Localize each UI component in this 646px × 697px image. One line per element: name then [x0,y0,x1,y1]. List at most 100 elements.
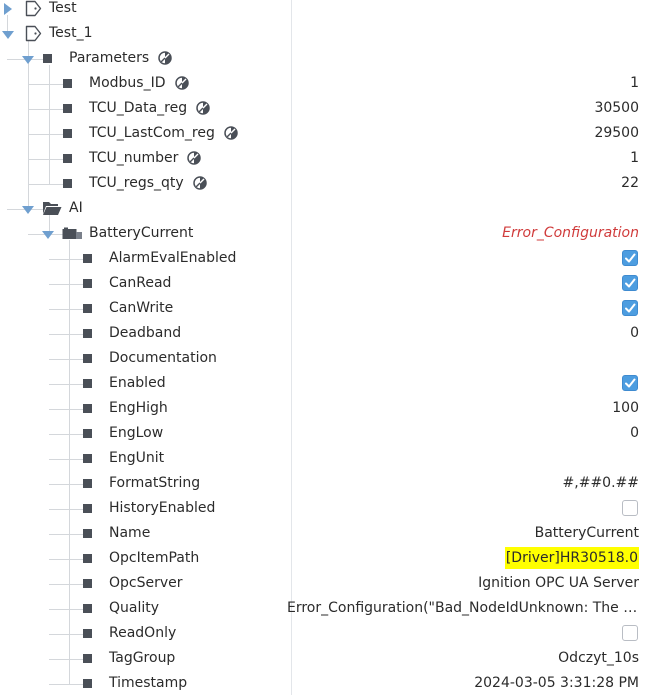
square-node-icon [83,304,92,313]
tree-item-label: Quality [109,600,160,616]
tree-item-label: CanWrite [109,300,174,316]
tag-value: 22 [621,175,639,191]
tag-value-checkbox[interactable] [622,250,638,266]
tree-row-alarmevalenabled[interactable]: AlarmEvalEnabled [0,247,646,272]
tree-item-label: TagGroup [109,650,176,666]
square-node-icon [83,429,92,438]
tree-row-readonly[interactable]: ReadOnly [0,622,646,647]
tag-value-checkbox[interactable] [622,275,638,291]
tree-row-opcitempath[interactable]: OpcItemPath [Driver]HR30518.0 [0,547,646,572]
tag-value: 0 [630,325,639,341]
tag-provider-icon [187,151,202,165]
tree-item-label: AI [69,200,83,216]
tree-item-label: HistoryEnabled [109,500,216,516]
tag-value-checkbox[interactable] [622,375,638,391]
tree-row-parameters[interactable]: Parameters [0,47,646,72]
tree-item-label: Name [109,525,151,541]
tree-item-label: Test [49,0,77,16]
square-node-icon [83,604,92,613]
tree-row-opcserver[interactable]: OpcServer Ignition OPC UA Server [0,572,646,597]
chevron-right-icon[interactable] [4,3,12,15]
open-folder-icon [42,201,62,220]
tree-item-label: ReadOnly [109,625,177,641]
tree-row-engunit[interactable]: EngUnit [0,447,646,472]
tree-item-label: AlarmEvalEnabled [109,250,237,266]
udt-tag-icon [25,0,42,21]
square-node-icon [63,129,72,138]
square-node-icon [83,579,92,588]
tree-row-canread[interactable]: CanRead [0,272,646,297]
tag-value-checkbox[interactable] [622,500,638,516]
square-node-icon [83,529,92,538]
square-node-icon [43,54,52,63]
opc-tag-icon [62,227,83,245]
tag-value: [Driver]HR30518.0 [504,547,639,569]
tree-row-test-1[interactable]: Test_1 [0,22,646,47]
tree-row-timestamp[interactable]: Timestamp 2024-03-05 3:31:28 PM [0,672,646,697]
tree-row-batterycurrent[interactable]: BatteryCurrent Error_Configuration [0,222,646,247]
tree-row-ai[interactable]: AI [0,197,646,222]
tag-provider-icon [158,51,172,65]
tag-value: 2024-03-05 3:31:28 PM [474,675,639,691]
chevron-down-icon[interactable] [22,56,34,64]
tree-row-deadband[interactable]: Deadband 0 [0,322,646,347]
tag-value: Error_Configuration("Bad_NodeIdUnknown: … [287,600,639,616]
square-node-icon [83,254,92,263]
tag-value: 29500 [594,125,639,141]
tag-value: 30500 [594,100,639,116]
square-node-icon [83,554,92,563]
tree-item-label: FormatString [109,475,201,491]
tree-row-tcu-lastcom-reg[interactable]: TCU_LastCom_reg 29500 [0,122,646,147]
tree-item-label: EngUnit [109,450,165,466]
tag-value: Ignition OPC UA Server [478,575,639,591]
tag-value-checkbox[interactable] [622,625,638,641]
tree-item-label: TCU_regs_qty [89,175,184,191]
tree-row-taggroup[interactable]: TagGroup Odczyt_10s [0,647,646,672]
square-node-icon [63,179,72,188]
tag-provider-icon [224,126,238,140]
chevron-down-icon[interactable] [42,231,54,239]
tree-row-tcu-regs-qty[interactable]: TCU_regs_qty 22 [0,172,646,197]
tree-item-label: EngHigh [109,400,168,416]
tree-row-test[interactable]: Test [0,0,646,22]
tag-provider-icon [174,76,189,90]
tree-row-name[interactable]: Name BatteryCurrent [0,522,646,547]
tag-value: 100 [612,400,639,416]
tree-row-enabled[interactable]: Enabled [0,372,646,397]
tag-value: Odczyt_10s [558,650,639,666]
tag-value: 1 [630,75,639,91]
tree-row-englow[interactable]: EngLow 0 [0,422,646,447]
tree-item-label: TCU_LastCom_reg [89,125,215,141]
tag-value: 0 [630,425,639,441]
chevron-down-icon[interactable] [22,206,34,214]
tree-row-formatstring[interactable]: FormatString #,##0.## [0,472,646,497]
tree-row-modbus-id[interactable]: Modbus_ID 1 [0,72,646,97]
square-node-icon [83,629,92,638]
tree-item-label: Test_1 [49,25,93,41]
tree-row-canwrite[interactable]: CanWrite [0,297,646,322]
tag-value: Error_Configuration [502,225,639,241]
tree-item-label: EngLow [109,425,164,441]
tree-row-tcu-number[interactable]: TCU_number 1 [0,147,646,172]
square-node-icon [83,379,92,388]
square-node-icon [83,679,92,688]
tag-value-checkbox[interactable] [622,300,638,316]
square-node-icon [83,404,92,413]
tag-provider-icon [196,101,210,115]
tree-row-quality[interactable]: Quality Error_Configuration("Bad_NodeIdUn… [0,597,646,622]
square-node-icon [83,454,92,463]
square-node-icon [83,504,92,513]
tree-item-label: OpcServer [109,575,183,591]
tree-item-label: CanRead [109,275,172,291]
square-node-icon [83,479,92,488]
square-node-icon [83,654,92,663]
tree-row-documentation[interactable]: Documentation [0,347,646,372]
tree-row-tcu-data-reg[interactable]: TCU_Data_reg 30500 [0,97,646,122]
chevron-down-icon[interactable] [2,31,14,39]
tree-item-label: OpcItemPath [109,550,200,566]
tree-row-enghigh[interactable]: EngHigh 100 [0,397,646,422]
tree-item-label: Timestamp [109,675,188,691]
tag-value: BatteryCurrent [534,525,639,541]
tree-row-historyenabled[interactable]: HistoryEnabled [0,497,646,522]
square-node-icon [63,79,72,88]
